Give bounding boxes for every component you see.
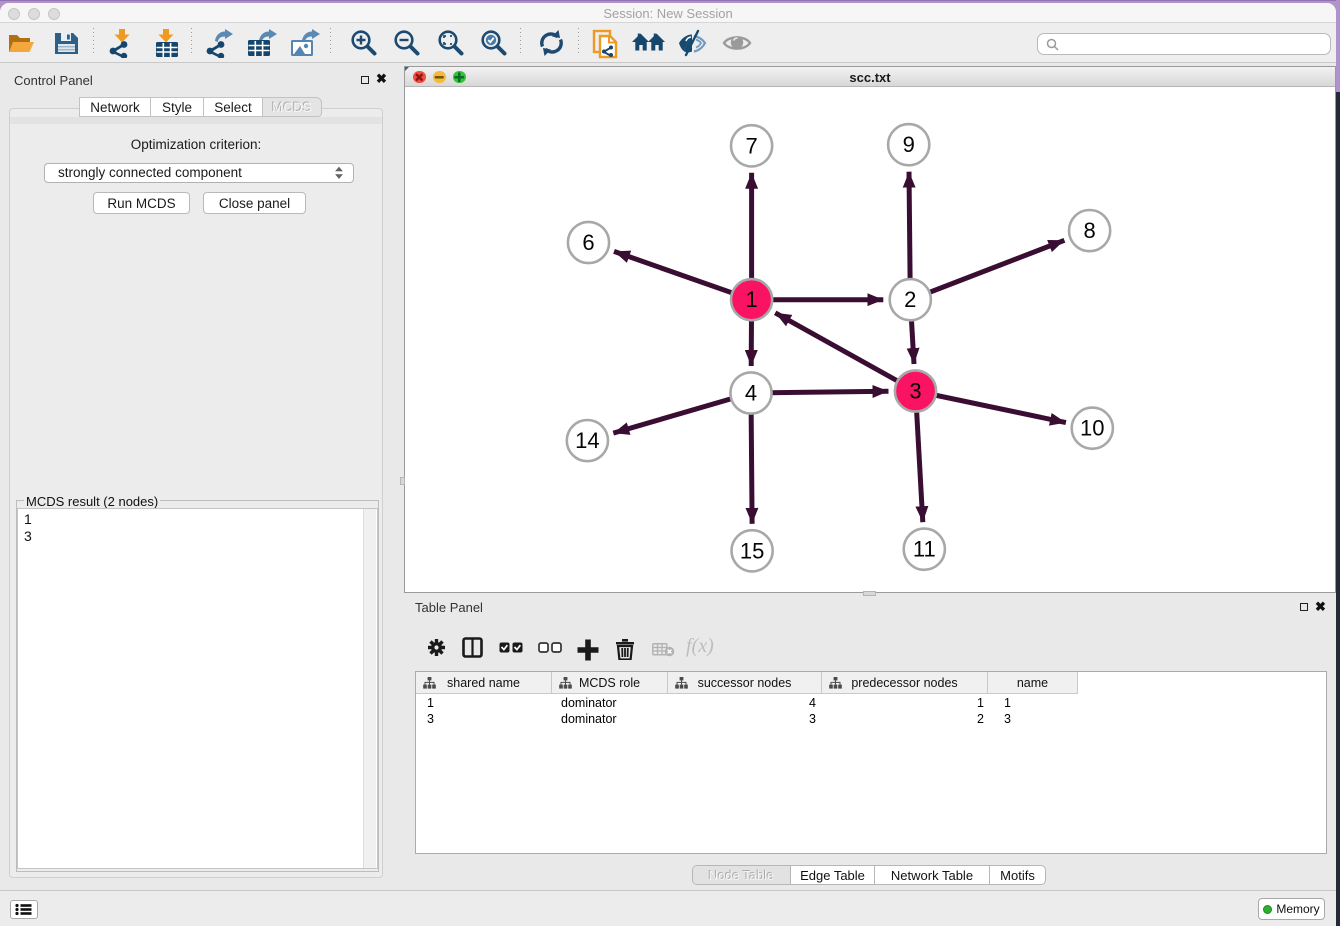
svg-text:11: 11 <box>913 537 936 562</box>
svg-text:7: 7 <box>745 133 757 158</box>
svg-text:6: 6 <box>582 230 594 255</box>
svg-text:10: 10 <box>1080 416 1104 441</box>
svg-text:1: 1 <box>745 287 757 312</box>
svg-text:8: 8 <box>1083 218 1095 243</box>
svg-text:3: 3 <box>909 379 921 404</box>
svg-text:9: 9 <box>903 132 915 157</box>
svg-text:4: 4 <box>745 381 757 406</box>
svg-text:14: 14 <box>575 428 599 453</box>
svg-text:2: 2 <box>904 287 916 312</box>
svg-text:15: 15 <box>740 538 764 563</box>
